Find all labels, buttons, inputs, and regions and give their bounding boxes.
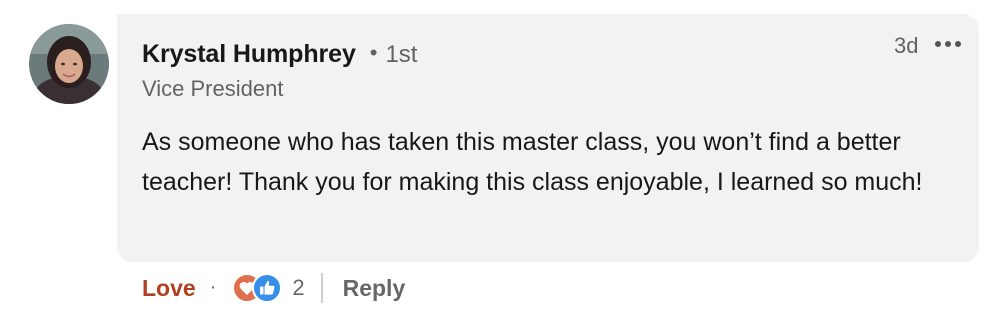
author-name[interactable]: Krystal Humphrey xyxy=(142,40,356,69)
connection-degree: 1st xyxy=(385,41,418,68)
reaction-icons xyxy=(232,273,286,303)
comment-actions: Love · 2 Reply xyxy=(142,270,405,306)
connection-separator: • xyxy=(369,40,378,65)
more-options-button[interactable] xyxy=(933,34,963,54)
actions-divider xyxy=(320,273,323,303)
comment-timestamp: 3d xyxy=(894,33,919,58)
reply-button[interactable]: Reply xyxy=(343,275,406,302)
avatar-image xyxy=(29,24,109,104)
comment-text: As someone who has taken this master cla… xyxy=(142,128,923,196)
author-name-row: Krystal Humphrey • 1st xyxy=(142,40,417,69)
ellipsis-icon xyxy=(935,41,961,47)
comment-bubble: Krystal Humphrey • 1st Vice President 3d… xyxy=(117,14,979,262)
action-separator: · xyxy=(209,275,217,298)
reaction-count: 2 xyxy=(292,275,305,300)
author-headline: Vice President xyxy=(142,76,284,101)
author-avatar[interactable] xyxy=(29,24,109,104)
love-button[interactable]: Love xyxy=(142,275,196,302)
like-reaction-icon xyxy=(252,273,283,303)
reactions-summary[interactable]: 2 xyxy=(232,273,305,303)
